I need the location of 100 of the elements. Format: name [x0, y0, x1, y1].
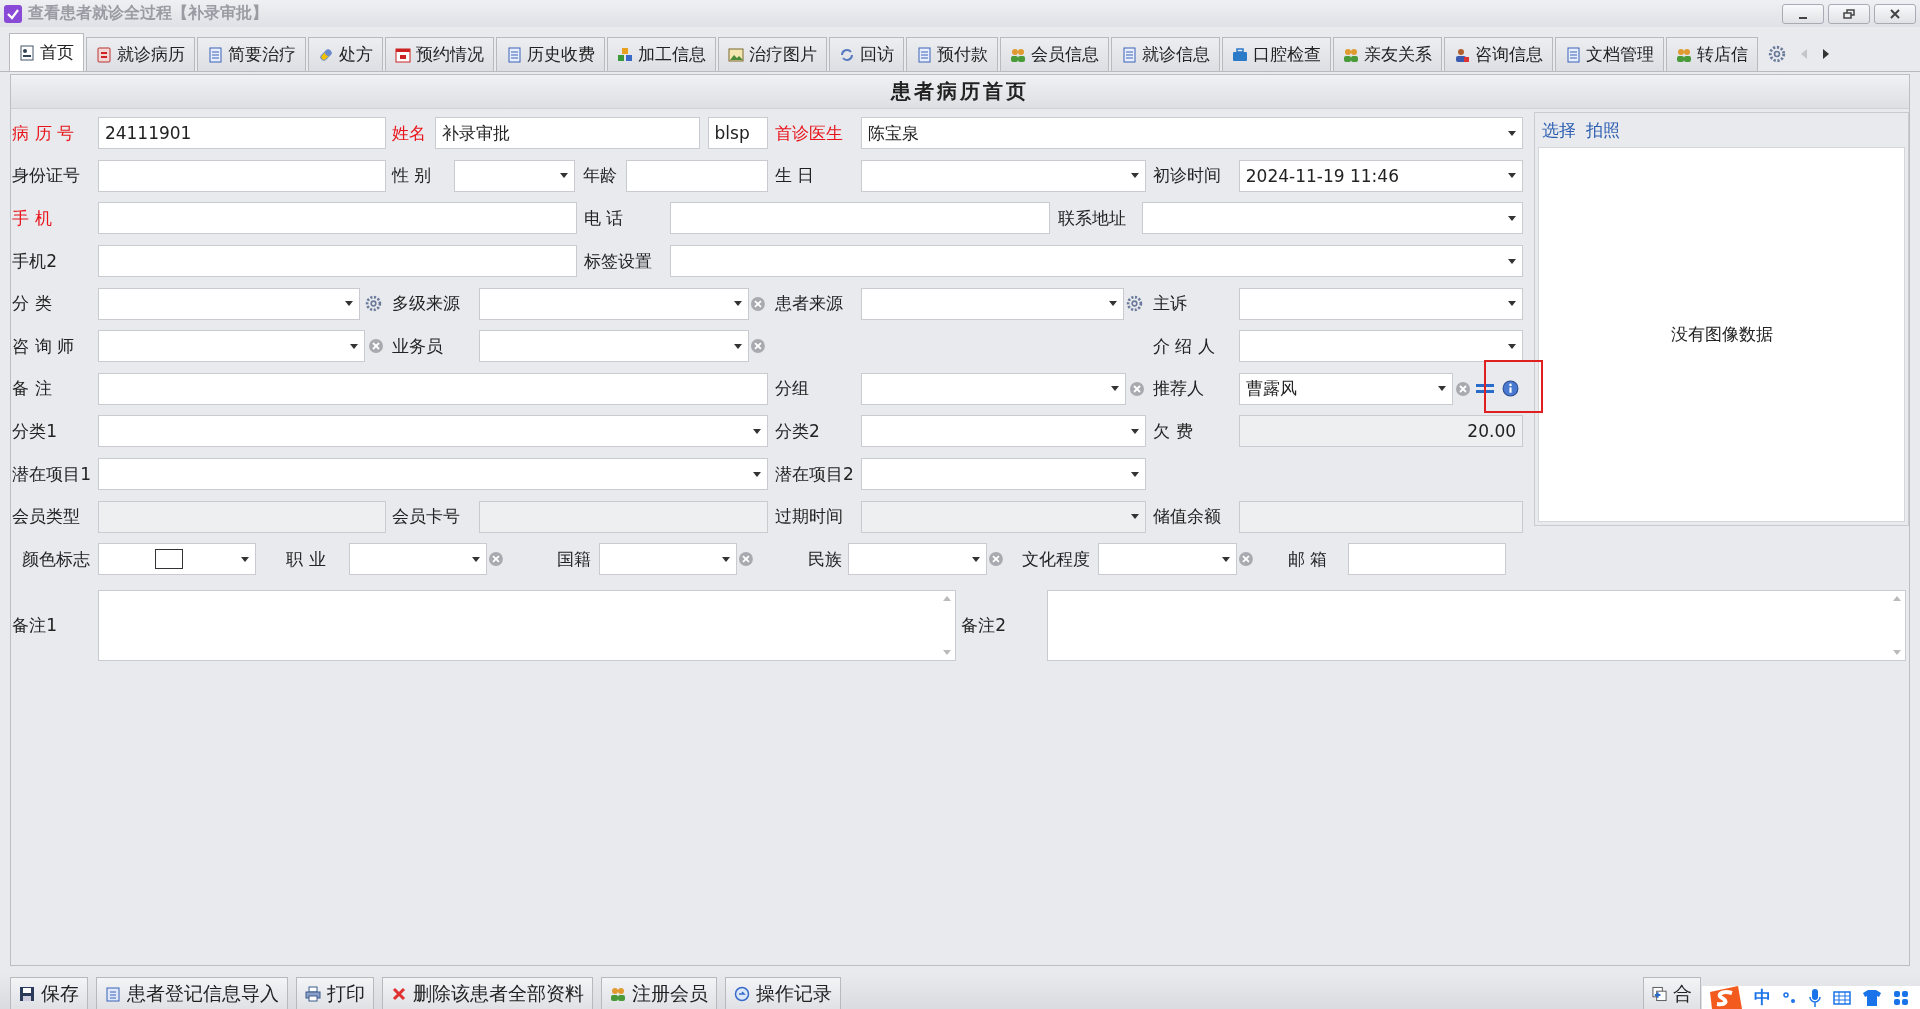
picture-icon: [728, 46, 744, 63]
input-field[interactable]: [625, 159, 768, 192]
dropdown-field[interactable]: [1238, 287, 1524, 320]
input-field[interactable]: 补录审批: [434, 117, 701, 150]
toolbar-button[interactable]: 注册会员: [601, 977, 717, 1009]
close-button[interactable]: [1874, 3, 1916, 24]
tab[interactable]: 转店信: [1666, 37, 1758, 71]
input-field[interactable]: [1347, 543, 1506, 576]
tab[interactable]: 口腔检查: [1222, 37, 1331, 71]
panel-title: 患者病历首页: [891, 78, 1029, 105]
tab[interactable]: 会员信息: [1000, 37, 1109, 71]
link[interactable]: 拍照: [1586, 118, 1621, 142]
scroll-right-icon[interactable]: [1822, 49, 1830, 59]
tab[interactable]: 历史收费: [496, 37, 605, 71]
tab[interactable]: 预付款: [906, 37, 998, 71]
minimize-button[interactable]: [1782, 3, 1824, 24]
cubes-icon: [617, 46, 633, 63]
tab[interactable]: 治疗图片: [718, 37, 827, 71]
clear-icon[interactable]: [750, 295, 767, 312]
clear-icon[interactable]: [750, 338, 767, 355]
gear-icon[interactable]: [1125, 295, 1143, 313]
dropdown-field[interactable]: [860, 159, 1146, 192]
input-field[interactable]: 24111901: [97, 117, 386, 150]
shirt-icon[interactable]: [1863, 989, 1881, 1006]
color-dropdown[interactable]: [97, 543, 256, 576]
tab[interactable]: 文档管理: [1555, 37, 1664, 71]
tab[interactable]: 简要治疗: [197, 37, 306, 71]
field-label: 分 类: [12, 292, 53, 316]
dropdown-field[interactable]: [860, 415, 1146, 448]
equals-icon[interactable]: [1475, 382, 1494, 395]
field-label: 过期时间: [775, 505, 845, 529]
clear-icon[interactable]: [367, 338, 384, 355]
field-label: 介 绍 人: [1153, 334, 1216, 358]
clear-icon[interactable]: [987, 551, 1004, 568]
input-mode-label[interactable]: 中: [1754, 986, 1771, 1009]
text-area[interactable]: [97, 590, 957, 662]
gear-icon[interactable]: [364, 295, 382, 313]
clear-icon[interactable]: [1128, 380, 1145, 397]
toolbar-button[interactable]: 删除该患者全部资料: [382, 977, 593, 1009]
ime-logo-icon[interactable]: [1708, 986, 1742, 1009]
document-icon: [916, 46, 932, 63]
dropdown-field[interactable]: [97, 458, 768, 491]
tab[interactable]: 就诊病历: [86, 37, 195, 71]
toolbar-button[interactable]: 打印: [296, 977, 374, 1009]
input-field[interactable]: [97, 245, 577, 278]
dropdown-field[interactable]: [1142, 202, 1523, 235]
input-field[interactable]: [97, 202, 577, 235]
document-icon: [207, 46, 223, 63]
tab[interactable]: 首页: [9, 33, 84, 71]
tab[interactable]: 就诊信息: [1111, 37, 1220, 71]
dropdown-field[interactable]: [860, 458, 1146, 491]
history-icon: [734, 985, 750, 1002]
tab[interactable]: 加工信息: [607, 37, 716, 71]
input-field[interactable]: [97, 372, 768, 405]
dropdown-field[interactable]: [1238, 330, 1523, 363]
field-label: 会员类型: [12, 505, 82, 529]
dropdown-field[interactable]: [97, 287, 360, 320]
grid-icon[interactable]: [1893, 989, 1909, 1006]
clear-icon[interactable]: [738, 551, 755, 568]
dropdown-field[interactable]: 陈宝泉: [860, 117, 1523, 150]
tab[interactable]: 处方: [308, 37, 383, 71]
text-area[interactable]: [1046, 590, 1907, 662]
input-field[interactable]: blsp: [707, 117, 768, 150]
dropdown-field[interactable]: [478, 330, 750, 363]
link[interactable]: 选择: [1542, 118, 1577, 142]
dropdown-field[interactable]: [860, 372, 1127, 405]
toolbar-button[interactable]: 合: [1643, 977, 1701, 1009]
dropdown-field[interactable]: [97, 330, 365, 363]
dropdown-field[interactable]: [478, 287, 750, 320]
dropdown-field[interactable]: 曹露风: [1238, 372, 1454, 405]
field-label: 分类1: [12, 419, 58, 443]
tab[interactable]: 回访: [829, 37, 904, 71]
toolbar-button[interactable]: 患者登记信息导入: [96, 977, 288, 1009]
dropdown-field[interactable]: [348, 543, 488, 576]
toolbar-button[interactable]: 保存: [10, 977, 88, 1009]
tab[interactable]: 咨询信息: [1444, 37, 1553, 71]
keyboard-icon[interactable]: [1833, 990, 1851, 1005]
dropdown-field[interactable]: 2024-11-19 11:46: [1238, 159, 1523, 192]
punctuation-icon[interactable]: [1783, 990, 1797, 1005]
dropdown-field[interactable]: [669, 245, 1524, 278]
clear-icon[interactable]: [1454, 380, 1471, 397]
toolbar-button[interactable]: 操作记录: [725, 977, 841, 1009]
tab[interactable]: 亲友关系: [1333, 37, 1442, 71]
settings-icon[interactable]: [1768, 45, 1786, 63]
dropdown-field[interactable]: [97, 415, 768, 448]
input-field[interactable]: [669, 202, 1051, 235]
dropdown-field[interactable]: [848, 543, 987, 576]
info-icon[interactable]: [1502, 380, 1520, 398]
field-label: 民族: [807, 547, 843, 571]
dropdown-field[interactable]: [598, 543, 737, 576]
scroll-left-icon[interactable]: [1800, 49, 1808, 59]
clear-icon[interactable]: [1237, 551, 1254, 568]
tab[interactable]: 预约情况: [385, 37, 494, 71]
dropdown-field[interactable]: [1098, 543, 1237, 576]
restore-button[interactable]: [1828, 3, 1870, 24]
dropdown-field[interactable]: [860, 287, 1124, 320]
input-field[interactable]: [97, 159, 386, 192]
dropdown-field[interactable]: [454, 159, 576, 192]
microphone-icon[interactable]: [1809, 988, 1821, 1007]
clear-icon[interactable]: [488, 551, 505, 568]
